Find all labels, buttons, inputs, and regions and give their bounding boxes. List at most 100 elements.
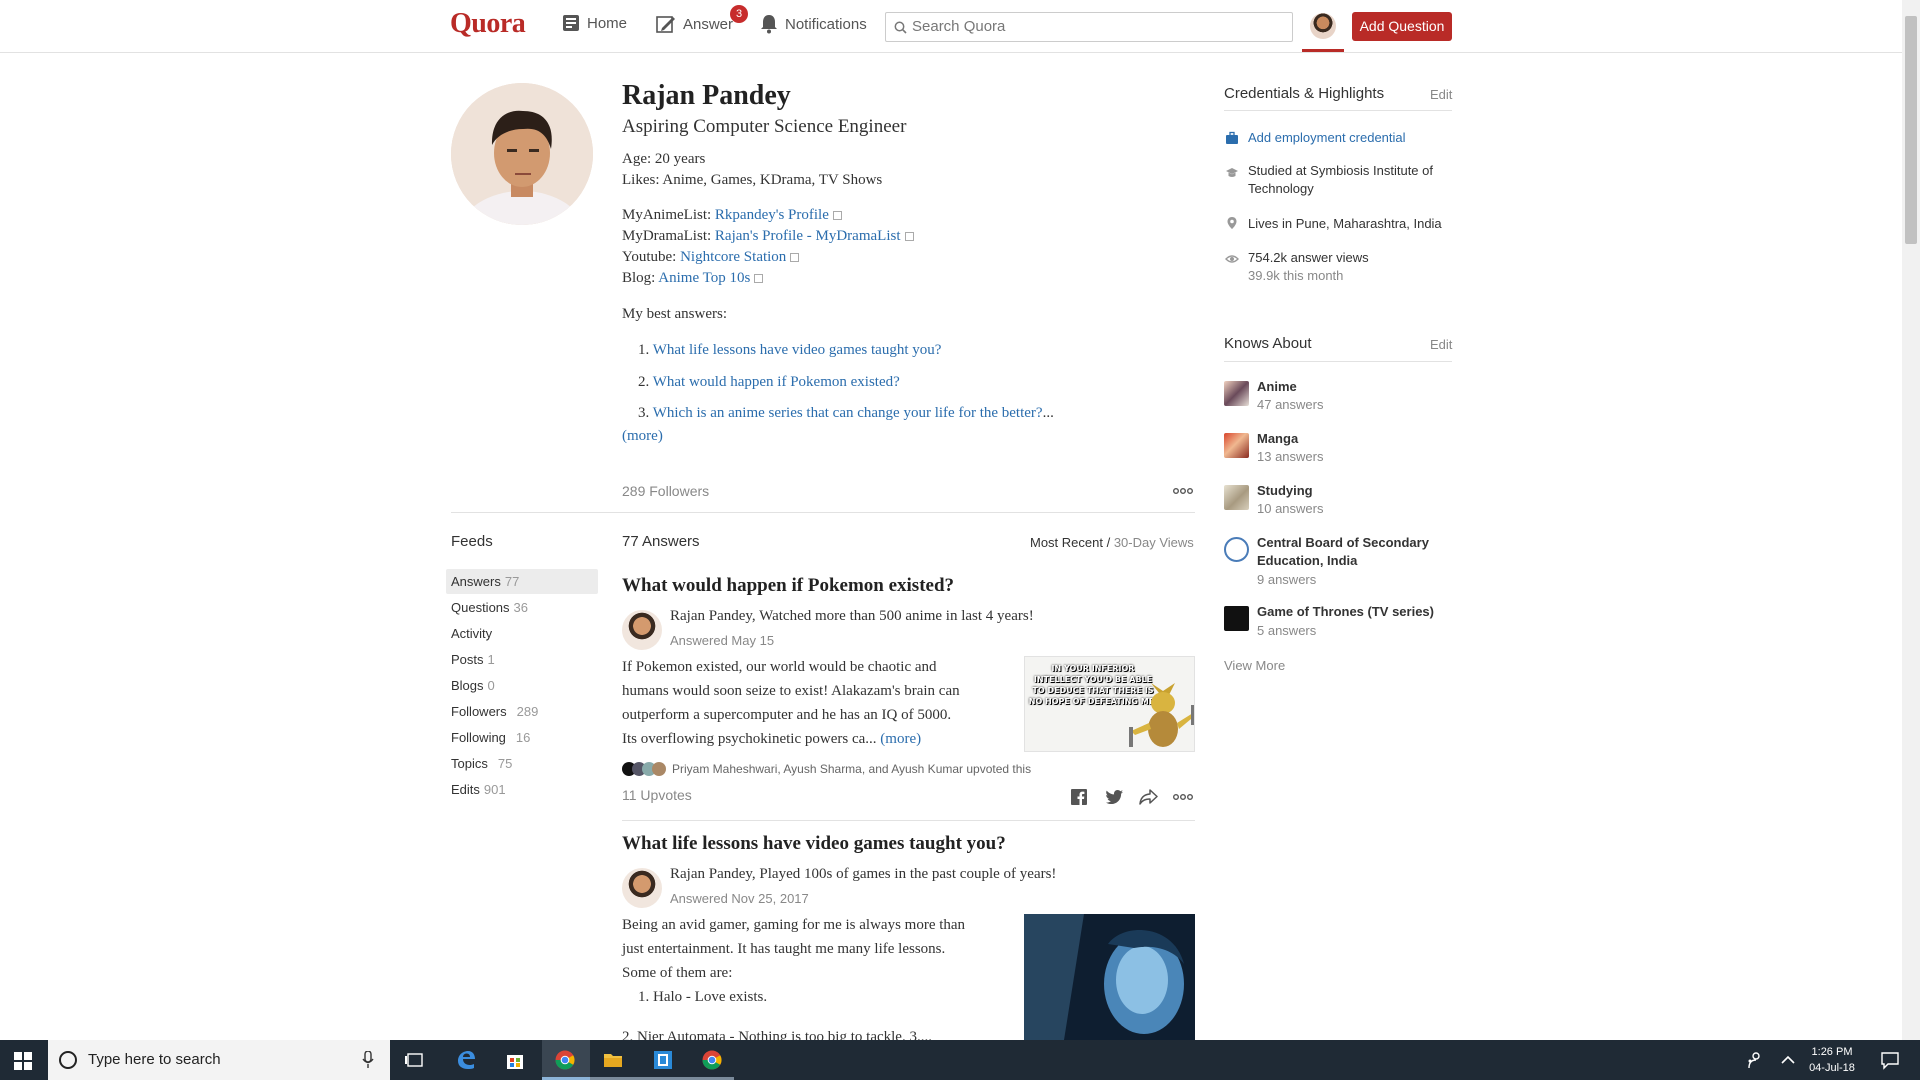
- answer-author-credential[interactable]: Rajan Pandey, Played 100s of games in th…: [670, 866, 1056, 883]
- taskbar-search-box[interactable]: Type here to search: [48, 1040, 390, 1080]
- chevron-up-icon[interactable]: [1778, 1050, 1798, 1070]
- best-answer-link[interactable]: What life lessons have video games taugh…: [653, 342, 942, 358]
- topic-answer-count: 9 answers: [1257, 572, 1317, 587]
- answer-text-line: Its overflowing psychokinetic powers ca.…: [622, 727, 1020, 751]
- upvoter-avatar[interactable]: [652, 762, 666, 776]
- credentials-edit-link[interactable]: Edit: [1430, 87, 1452, 102]
- search-input[interactable]: Search Quora: [885, 12, 1293, 42]
- topic-game-of-thrones[interactable]: Game of Thrones (TV series): [1257, 603, 1434, 621]
- feed-item-answers[interactable]: Answers 77: [451, 574, 519, 589]
- topic-anime-thumbnail[interactable]: [1224, 381, 1249, 406]
- profile-link-row: MyDramaList: Rajan's Profile - MyDramaLi…: [622, 228, 914, 245]
- link-label: Youtube:: [622, 249, 677, 265]
- topic-anime[interactable]: Anime: [1257, 378, 1297, 396]
- answer-image-cortana[interactable]: [1024, 914, 1195, 1040]
- answer-text-line: just entertainment. It has taught me man…: [622, 941, 946, 957]
- more-options-icon[interactable]: [1173, 488, 1193, 494]
- windows-start-icon[interactable]: [14, 1052, 32, 1070]
- best-answer-link[interactable]: Which is an anime series that can change…: [653, 405, 1043, 421]
- nav-answer[interactable]: Answer 3: [656, 5, 748, 34]
- taskbar-search-placeholder: Type here to search: [88, 1051, 221, 1068]
- edge-browser-icon[interactable]: [456, 1050, 476, 1070]
- followers-count[interactable]: 289 Followers: [622, 483, 709, 499]
- nav-notifications-label: Notifications: [785, 15, 867, 33]
- nav-home[interactable]: Home: [562, 14, 627, 32]
- user-avatar[interactable]: [1310, 13, 1336, 39]
- upvote-button[interactable]: 11 Upvotes: [622, 787, 692, 803]
- feed-label: Blogs: [451, 678, 484, 693]
- external-link-icon: [790, 253, 800, 262]
- task-view-icon[interactable]: [405, 1050, 425, 1070]
- best-answer-link[interactable]: What would happen if Pokemon existed?: [653, 374, 900, 390]
- share-arrow-icon[interactable]: [1139, 789, 1158, 805]
- feed-item-topics[interactable]: Topics 75: [451, 756, 512, 771]
- knows-about-edit-link[interactable]: Edit: [1430, 337, 1452, 352]
- answer-author-avatar[interactable]: [622, 868, 662, 908]
- best-answer-item: 1. What life lessons have video games ta…: [638, 342, 941, 359]
- feed-label: Questions: [451, 600, 510, 615]
- answer-more-options-icon[interactable]: [1173, 794, 1193, 800]
- topic-manga-thumbnail[interactable]: [1224, 433, 1249, 458]
- feed-item-following[interactable]: Following 16: [451, 730, 530, 745]
- quora-logo[interactable]: Quora: [450, 8, 526, 40]
- feed-item-activity[interactable]: Activity: [451, 626, 496, 641]
- system-clock[interactable]: 1:26 PM 04-Jul-18: [1800, 1044, 1864, 1076]
- external-link-icon: [754, 274, 764, 283]
- location-credential: Lives in Pune, Maharashtra, India: [1248, 216, 1442, 231]
- view-more-topics-link[interactable]: View More: [1224, 658, 1285, 673]
- sort-most-recent[interactable]: Most Recent: [1030, 535, 1103, 550]
- topic-manga[interactable]: Manga: [1257, 430, 1298, 448]
- topic-cbse-thumbnail[interactable]: [1224, 537, 1249, 562]
- add-employment-link[interactable]: Add employment credential: [1248, 129, 1406, 147]
- answer-list-item: 2. Nier Automata - Nothing is too big to…: [622, 1029, 932, 1040]
- bio-more-link[interactable]: (more): [622, 428, 663, 445]
- youtube-link[interactable]: Nightcore Station: [680, 249, 786, 265]
- cortana-image: [1024, 914, 1195, 1040]
- feed-item-blogs[interactable]: Blogs 0: [451, 678, 495, 693]
- twitter-share-icon[interactable]: [1106, 790, 1123, 804]
- feed-item-posts[interactable]: Posts 1: [451, 652, 495, 667]
- link-label: MyDramaList:: [622, 228, 712, 244]
- chrome-icon[interactable]: [555, 1050, 575, 1070]
- people-icon[interactable]: [1744, 1050, 1764, 1070]
- answer-author-credential[interactable]: Rajan Pandey, Watched more than 500 anim…: [670, 608, 1034, 625]
- add-question-button[interactable]: Add Question: [1352, 12, 1452, 41]
- eye-icon: [1225, 255, 1239, 263]
- feed-label: Posts: [451, 652, 484, 667]
- location-pin-icon: [1227, 217, 1237, 229]
- topic-got-thumbnail[interactable]: [1224, 606, 1249, 631]
- answer-image-alakazam-meme[interactable]: IN YOUR INFERIOR INTELLECT YOU'D BE ABLE…: [1024, 656, 1195, 752]
- file-explorer-icon[interactable]: [603, 1050, 623, 1070]
- feed-count: 77: [504, 574, 520, 589]
- microphone-icon[interactable]: [362, 1051, 374, 1069]
- answer-question-title[interactable]: What life lessons have video games taugh…: [622, 833, 1006, 855]
- feed-item-questions[interactable]: Questions 36: [451, 600, 528, 615]
- profile-tagline: Aspiring Computer Science Engineer: [622, 116, 907, 137]
- feed-item-followers[interactable]: Followers 289: [451, 704, 538, 719]
- app-icon[interactable]: [653, 1050, 673, 1070]
- answer-date[interactable]: Answered Nov 25, 2017: [670, 891, 809, 906]
- facebook-share-icon[interactable]: [1071, 789, 1087, 805]
- scrollbar-thumb[interactable]: [1905, 16, 1917, 244]
- chrome-icon[interactable]: [702, 1050, 722, 1070]
- answer-more-link[interactable]: (more): [880, 731, 921, 747]
- blog-link[interactable]: Anime Top 10s: [658, 270, 750, 286]
- nav-notifications[interactable]: Notifications: [760, 14, 867, 34]
- sort-30-day-views[interactable]: 30-Day Views: [1114, 535, 1194, 550]
- topic-cbse[interactable]: Central Board of Secondary Education, In…: [1257, 534, 1457, 570]
- myanimelist-link[interactable]: Rkpandey's Profile: [715, 207, 829, 223]
- education-credential: Studied at Symbiosis Institute of Techno…: [1248, 163, 1433, 196]
- store-icon[interactable]: [505, 1050, 525, 1070]
- credentials-title: Credentials & Highlights: [1224, 85, 1385, 102]
- answer-list-item-cutoff: 2. Nier Automata - Nothing is too big to…: [622, 1025, 1020, 1040]
- answer-date[interactable]: Answered May 15: [670, 633, 774, 648]
- profile-photo[interactable]: [451, 83, 593, 225]
- action-center-icon[interactable]: [1880, 1050, 1900, 1070]
- topic-studying[interactable]: Studying: [1257, 482, 1313, 500]
- link-label: Blog:: [622, 270, 656, 286]
- answer-author-avatar[interactable]: [622, 610, 662, 650]
- mydramalist-link[interactable]: Rajan's Profile - MyDramaList: [715, 228, 901, 244]
- feed-item-edits[interactable]: Edits 901: [451, 782, 506, 797]
- answer-question-title[interactable]: What would happen if Pokemon existed?: [622, 575, 954, 597]
- topic-studying-thumbnail[interactable]: [1224, 485, 1249, 510]
